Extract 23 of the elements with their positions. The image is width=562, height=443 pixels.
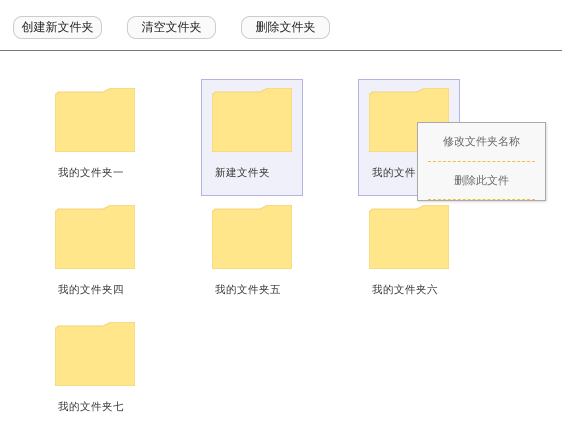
folder-item[interactable]: 我的文件夹一 xyxy=(44,79,146,196)
menu-item[interactable]: 删除此文件 xyxy=(428,162,535,200)
menu-item[interactable]: 修改文件夹名称 xyxy=(428,123,535,162)
folder-icon xyxy=(212,205,292,269)
folder-item[interactable]: 我的文件夹四 xyxy=(44,196,146,313)
folder-name: 我的文件夹六 xyxy=(372,283,435,297)
toolbar-button[interactable]: 删除文件夹 xyxy=(241,16,330,39)
folder-icon xyxy=(55,322,135,386)
folder-item[interactable]: 我的文件夹七 xyxy=(44,313,146,430)
folder-icon xyxy=(212,88,292,152)
folder-name: 我的文件夹五 xyxy=(215,283,278,297)
folder-name: 我的文件夹一 xyxy=(58,166,121,180)
folder-name: 我的文件夹四 xyxy=(58,283,121,297)
toolbar-button[interactable]: 创建新文件夹 xyxy=(13,16,102,39)
folder-name: 我的文件夹七 xyxy=(58,400,121,414)
toolbar-button[interactable]: 清空文件夹 xyxy=(127,16,216,39)
folder-icon xyxy=(369,205,449,269)
folder-item[interactable]: 新建文件夹 xyxy=(201,79,303,196)
folder-name: 我的文件 xyxy=(372,166,417,180)
folder-icon xyxy=(55,205,135,269)
folder-name: 新建文件夹 xyxy=(215,166,271,180)
folder-icon xyxy=(55,88,135,152)
folder-item[interactable]: 我的文件夹五 xyxy=(201,196,303,313)
